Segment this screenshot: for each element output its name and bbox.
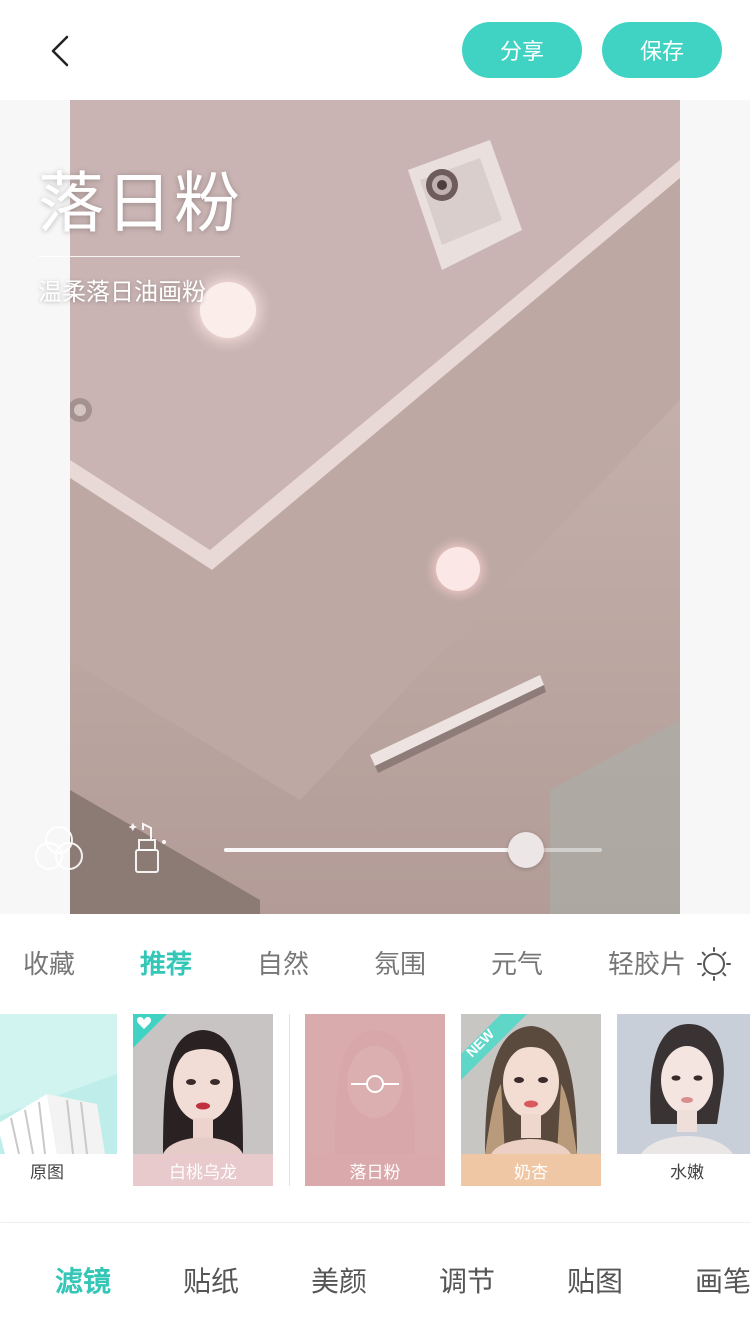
tool-tab-beauty[interactable]: 美颜 [311, 1260, 367, 1300]
filter-item-original[interactable]: 原图 [0, 1014, 117, 1186]
filter-label: 原图 [0, 1154, 117, 1186]
filter-label: 白桃乌龙 [133, 1154, 273, 1186]
filter-label: 落日粉 [305, 1154, 445, 1186]
filter-item-milk-apricot[interactable]: NEW 奶杏 [461, 1014, 601, 1186]
filter-description-overlay: 温柔落日油画粉 [38, 278, 206, 306]
toolbar-separator [0, 1222, 750, 1223]
slider-fill [224, 848, 527, 852]
photo-preview-area: 落日粉 温柔落日油画粉 [0, 100, 750, 914]
intensity-slider[interactable] [224, 830, 602, 870]
save-button[interactable]: 保存 [602, 22, 722, 78]
tool-tab-adjust[interactable]: 调节 [439, 1260, 495, 1300]
category-tab-favorites[interactable]: 收藏 [23, 944, 75, 981]
filter-item-white-peach-oolong[interactable]: 白桃乌龙 [133, 1014, 273, 1186]
filter-label: 水嫩 [617, 1154, 750, 1186]
filter-label: 奶杏 [461, 1154, 601, 1186]
filter-item-sunset-pink[interactable]: 落日粉 [305, 1014, 445, 1186]
filter-thumbnail-strip: 原图 白桃乌龙 落日粉 NEW 奶杏 水嫩 [0, 1014, 750, 1186]
lipstick-sparkle-icon[interactable] [126, 822, 170, 876]
filter-item-water-tender[interactable]: 水嫩 [617, 1014, 750, 1186]
share-button[interactable]: 分享 [462, 22, 582, 78]
tool-tab-overlay[interactable]: 贴图 [567, 1260, 623, 1300]
tool-tab-sticker[interactable]: 贴纸 [183, 1260, 239, 1300]
filter-thumbnail [133, 1014, 273, 1154]
overlapping-circles-icon[interactable] [32, 822, 86, 876]
slider-thumb[interactable] [508, 832, 545, 868]
category-tab-energetic[interactable]: 元气 [491, 944, 543, 981]
filter-thumbnail [305, 1014, 445, 1154]
filter-name-overlay: 落日粉 [38, 165, 242, 242]
category-tab-film[interactable]: 轻胶片 [608, 944, 686, 981]
filter-category-bar: 收藏 推荐 自然 氛围 元气 轻胶片 [0, 914, 750, 1014]
filter-thumbnail: NEW [461, 1014, 601, 1154]
category-tab-atmosphere[interactable]: 氛围 [374, 944, 426, 981]
bottom-toolbar: 滤镜 贴纸 美颜 调节 贴图 画笔 [0, 1226, 750, 1334]
category-tab-natural[interactable]: 自然 [257, 944, 309, 981]
filter-group-divider [289, 1014, 290, 1186]
filter-thumbnail [0, 1014, 117, 1154]
top-bar: 分享 保存 [0, 0, 750, 100]
tool-tab-filter[interactable]: 滤镜 [55, 1260, 111, 1300]
filter-settings-button[interactable] [696, 946, 732, 982]
back-button[interactable] [40, 28, 80, 74]
category-tab-recommended[interactable]: 推荐 [140, 944, 192, 981]
sun-gear-icon [697, 947, 731, 981]
filter-thumbnail [617, 1014, 750, 1154]
chevron-left-icon [51, 35, 69, 67]
tool-tab-brush[interactable]: 画笔 [695, 1260, 750, 1300]
filter-name-divider [38, 256, 240, 257]
